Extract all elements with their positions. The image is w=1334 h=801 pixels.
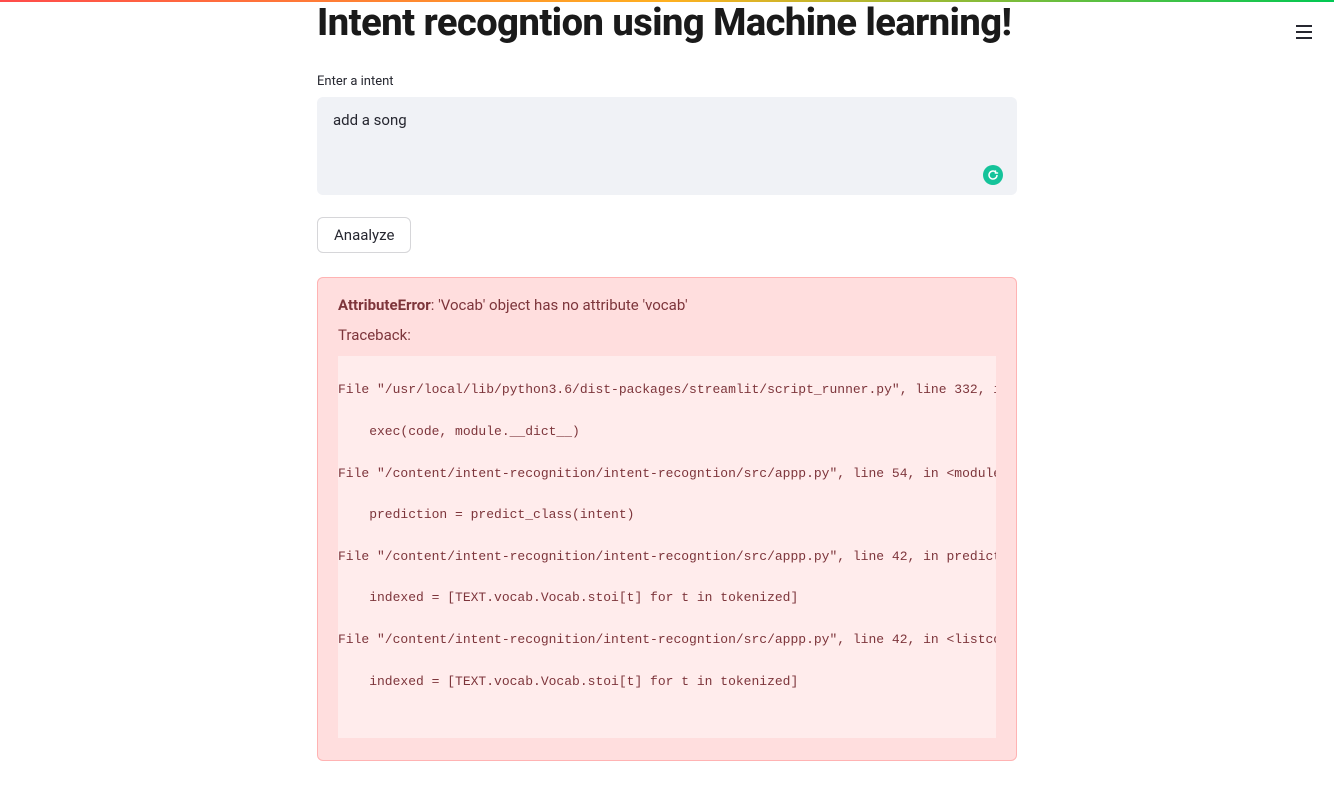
- page-title: Intent recogntion using Machine learning…: [317, 2, 1017, 46]
- traceback-line: prediction = predict_class(intent): [338, 505, 996, 526]
- intent-input-wrap: [317, 97, 1017, 199]
- traceback-code[interactable]: File "/usr/local/lib/python3.6/dist-pack…: [338, 356, 996, 738]
- traceback-line: File "/usr/local/lib/python3.6/dist-pack…: [338, 380, 996, 401]
- traceback-label: Traceback:: [338, 326, 996, 344]
- intent-input[interactable]: [317, 97, 1017, 195]
- traceback-line: File "/content/intent-recognition/intent…: [338, 547, 996, 568]
- grammarly-icon[interactable]: [983, 165, 1003, 185]
- traceback-line: exec(code, module.__dict__): [338, 422, 996, 443]
- main-content: Intent recogntion using Machine learning…: [317, 2, 1017, 801]
- error-title: AttributeError: 'Vocab' object has no at…: [338, 296, 996, 314]
- error-alert: AttributeError: 'Vocab' object has no at…: [317, 277, 1017, 761]
- analyze-button[interactable]: Anaalyze: [317, 217, 411, 253]
- traceback-line: indexed = [TEXT.vocab.Vocab.stoi[t] for …: [338, 672, 996, 693]
- error-name: AttributeError: [338, 296, 431, 314]
- error-message: : 'Vocab' object has no attribute 'vocab…: [431, 296, 688, 314]
- hamburger-menu[interactable]: [1290, 18, 1318, 46]
- traceback-line: File "/content/intent-recognition/intent…: [338, 630, 996, 651]
- intent-input-label: Enter a intent: [317, 74, 1017, 89]
- traceback-line: File "/content/intent-recognition/intent…: [338, 464, 996, 485]
- traceback-line: indexed = [TEXT.vocab.Vocab.stoi[t] for …: [338, 588, 996, 609]
